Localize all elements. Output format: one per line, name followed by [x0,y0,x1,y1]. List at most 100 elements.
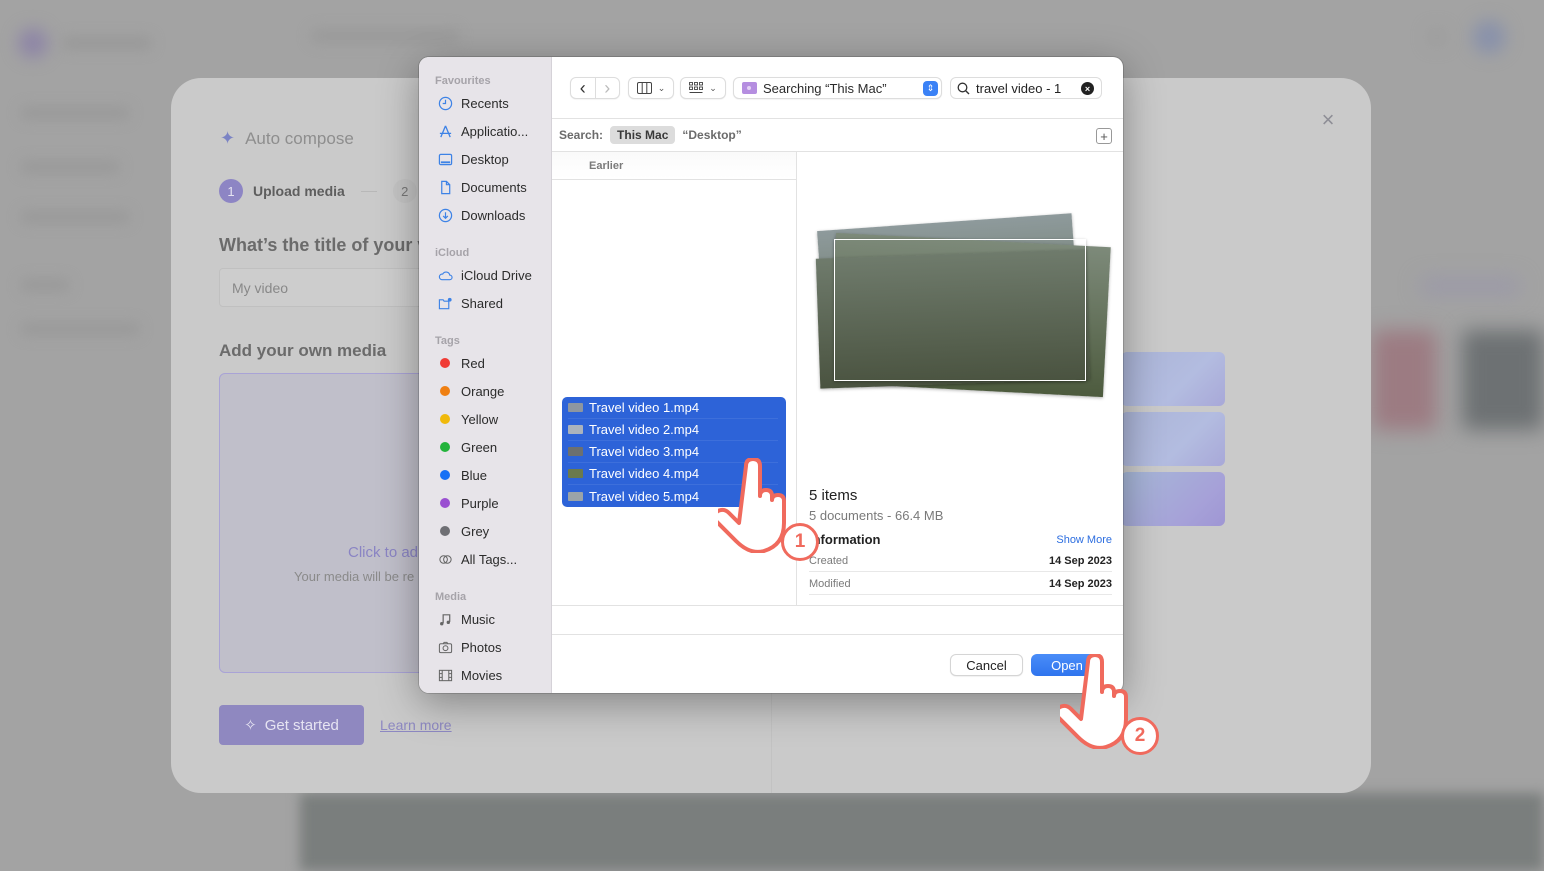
sidebar-item-shared[interactable]: Shared [437,293,503,313]
search-icon [957,82,970,94]
finder-sidebar: Favourites Recents Applicatio... Desktop… [419,57,552,693]
grey-tag-dot-icon [440,526,450,536]
info-key: Created [809,554,849,567]
sidebar-tag-yellow[interactable]: Yellow [437,409,498,429]
media-dropzone[interactable]: Click to ad Your media will be re [219,373,449,673]
search-bar-blurred [310,28,460,44]
search-scope-bar: Search: This Mac “Desktop” + [552,119,1123,152]
sidebar-section-icloud: iCloud [435,247,470,259]
sidebar-tag-grey[interactable]: Grey [437,521,489,541]
back-button[interactable]: ‹ [571,78,595,99]
app-logo [18,28,48,58]
content-blurred [300,793,1544,871]
sidebar-tag-orange[interactable]: Orange [437,381,504,401]
yellow-tag-dot-icon [440,414,450,424]
sidebar-tag-red[interactable]: Red [437,353,485,373]
scope-desktop[interactable]: “Desktop” [682,128,741,142]
title-question: What’s the title of your v [219,235,428,255]
download-icon [437,207,453,223]
sidebar-tag-green[interactable]: Green [437,437,497,457]
scope-label: Search: [559,128,604,142]
learn-more-link[interactable]: Learn more [380,717,452,733]
information-heading: Information [809,532,881,547]
sidebar-item-label: Purple [461,495,499,511]
sidebar-tag-purple[interactable]: Purple [437,493,499,513]
chevron-down-icon: ⌄ [657,82,666,93]
button-bar: Cancel Open [552,634,1123,693]
sidebar-item-movies[interactable]: Movies [437,665,502,685]
camera-icon [437,639,453,655]
show-more-link[interactable]: Show More [1056,534,1112,546]
view-mode-button[interactable]: ⌄ [628,77,674,99]
scope-this-mac[interactable]: This Mac [610,126,676,144]
button-blurred [1420,278,1520,294]
group-header: Earlier [552,152,796,180]
info-key: Modified [809,577,851,590]
navigation-buttons: ‹ › [570,77,620,99]
style-preview-card[interactable] [1121,472,1225,526]
sidebar-item-documents[interactable]: Documents [437,177,527,197]
applications-icon [437,123,453,139]
dialog-toolbar: ‹ › ⌄ ⌄ Searching “This Mac” ⇕ travel vi… [552,57,1123,119]
blue-tag-dot-icon [440,470,450,480]
clock-icon [437,95,453,111]
sidebar-item-label: Shared [461,295,503,311]
grid-view-icon [689,82,704,93]
dropzone-hint: Your media will be re [294,569,415,584]
selection-summary: 5 documents - 66.4 MB [809,508,944,523]
sidebar-all-tags[interactable]: All Tags... [437,549,517,569]
sidebar-item-icloud-drive[interactable]: iCloud Drive [437,265,532,285]
thumbnail-blurred [1462,330,1544,430]
sidebar-tag-blue[interactable]: Blue [437,465,487,485]
file-row[interactable]: Travel video 2.mp4 [568,419,778,441]
media-heading: Add your own media [219,341,387,360]
preview-photo-front [834,239,1086,381]
close-button[interactable]: × [1318,109,1338,131]
sidebar-item-blurred [20,106,130,120]
step-number: 1 [219,179,243,203]
style-preview-card[interactable] [1121,352,1225,406]
sidebar-item-label: Green [461,439,498,455]
search-value: travel video - 1 [976,80,1062,96]
group-by-button[interactable]: ⌄ [680,77,726,99]
search-input[interactable]: travel video - 1 × [950,77,1102,99]
popup-stepper-icon: ⇕ [923,81,938,96]
clear-search-icon[interactable]: × [1081,82,1094,95]
add-criteria-button[interactable]: + [1096,128,1112,144]
style-preview-card[interactable] [1121,412,1225,466]
sidebar-item-desktop[interactable]: Desktop [437,149,509,169]
sidebar-item-photos[interactable]: Photos [437,637,501,657]
sidebar-item-recents[interactable]: Recents [437,93,509,113]
sidebar-item-label: Grey [461,523,490,539]
sidebar-item-blurred [20,210,130,224]
stepper: 1 Upload media 2 [219,179,417,203]
sidebar-item-applications[interactable]: Applicatio... [437,121,528,141]
forward-button[interactable]: › [596,78,620,99]
sidebar-section-favourites: Favourites [435,75,491,87]
green-tag-dot-icon [440,442,450,452]
file-name: Travel video 1.mp4 [589,400,700,415]
video-thumbnail-icon [568,425,583,434]
dropzone-link[interactable]: Click to ad [348,544,418,561]
sidebar-item-music[interactable]: Music [437,609,495,629]
cancel-button[interactable]: Cancel [950,654,1023,676]
all-tags-icon [437,551,453,567]
selection-count: 5 items [809,487,858,504]
sidebar-item-label: Red [461,355,485,371]
sidebar-item-blurred [20,160,120,174]
step-connector [360,190,377,192]
info-value: 14 Sep 2023 [1049,554,1112,567]
file-name: Travel video 3.mp4 [589,444,700,459]
modal-title: Auto compose [245,128,354,148]
step-number: 2 [392,179,417,203]
step-label: Upload media [253,183,345,199]
location-popup[interactable]: Searching “This Mac” ⇕ [733,77,942,99]
sidebar-item-downloads[interactable]: Downloads [437,205,525,225]
file-open-dialog: Favourites Recents Applicatio... Desktop… [419,57,1123,693]
sidebar-item-label: Orange [461,383,505,399]
get-started-button[interactable]: ✧ Get started [219,705,364,745]
chevron-down-icon: ⌄ [709,82,717,93]
preview-pane: 5 items 5 documents - 66.4 MB Informatio… [798,152,1123,605]
file-row[interactable]: Travel video 1.mp4 [568,397,778,419]
sidebar-item-label: Music [461,611,495,627]
